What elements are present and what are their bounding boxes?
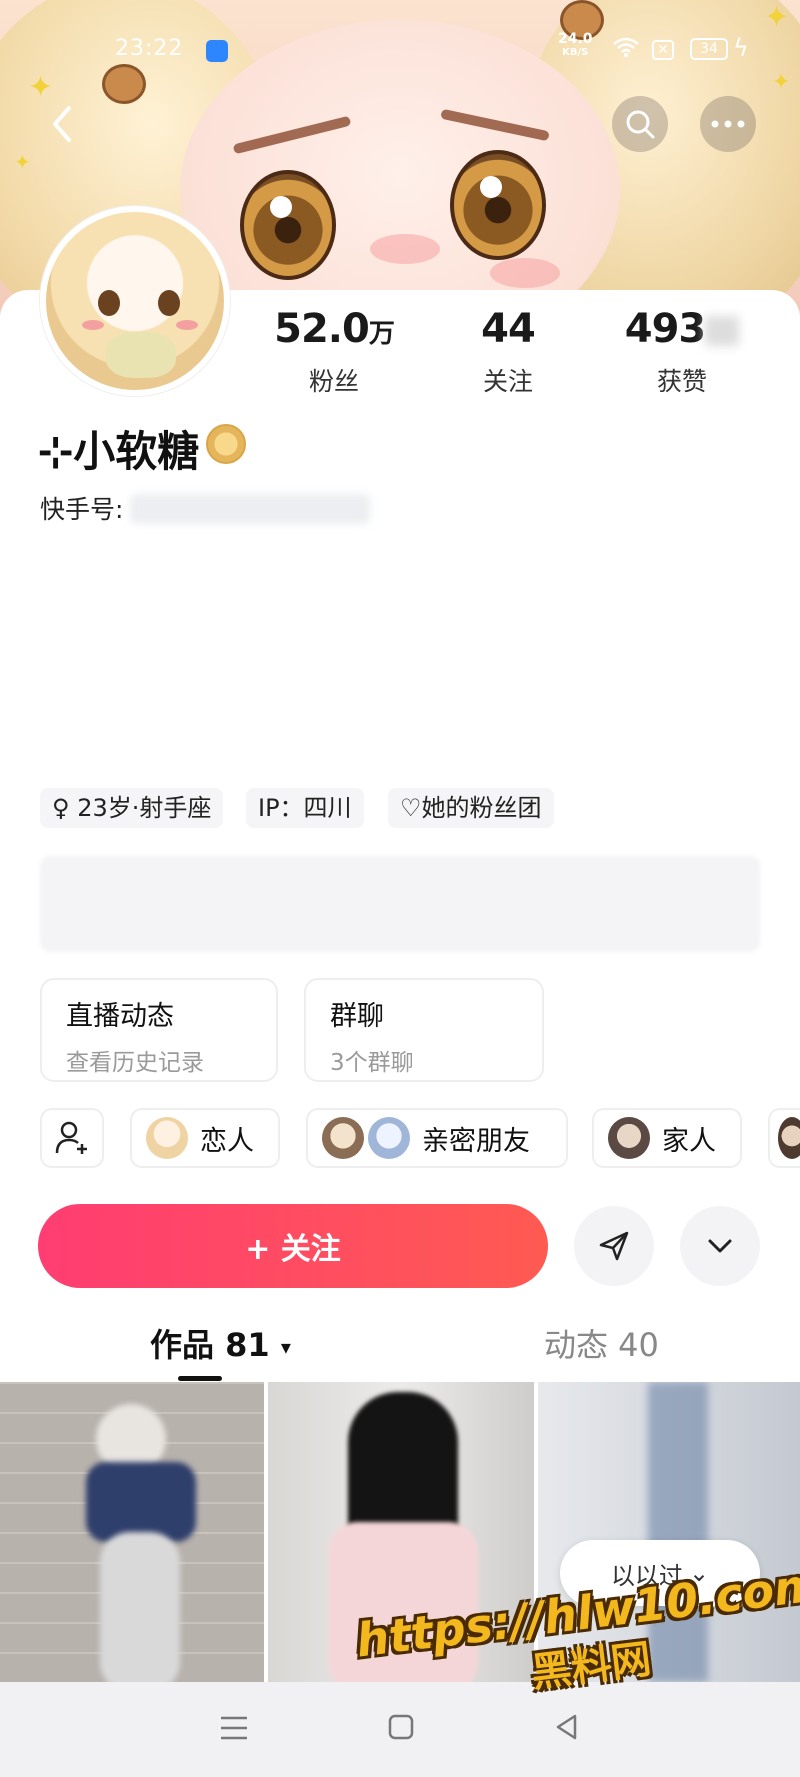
relation-avatar — [778, 1117, 800, 1159]
network-speed: 24.0 KB/S — [558, 32, 593, 60]
stat-followers[interactable]: 52.0万 粉丝 — [254, 306, 414, 398]
search-button[interactable] — [612, 96, 668, 152]
stat-label: 关注 — [482, 367, 533, 396]
avatar-blush — [176, 320, 198, 330]
app-notification-icon — [206, 40, 228, 62]
network-speed-value: 24.0 — [558, 31, 593, 47]
back-system-button[interactable] — [553, 1710, 581, 1750]
redacted-account-id — [130, 494, 370, 524]
banner-blush-right — [490, 258, 560, 288]
tag-ip-location: IP：四川 — [246, 788, 364, 828]
chevron-down-icon — [708, 1239, 732, 1253]
avatar-eye — [158, 290, 180, 316]
add-relation-button[interactable] — [40, 1108, 104, 1168]
stat-value: 44 — [481, 306, 536, 352]
sparkle-icon: ✦ — [772, 70, 791, 95]
charging-icon: ϟ — [733, 34, 749, 62]
caret-down-icon: ▾ — [280, 1335, 291, 1359]
follow-button[interactable]: + 关注 — [38, 1204, 548, 1288]
stat-value: 493 — [602, 306, 762, 352]
avatar-blush — [82, 320, 104, 330]
avatar-hands — [106, 332, 176, 378]
tab-works[interactable]: 作品 81 ▾ — [150, 1320, 291, 1366]
banner-eye-right — [450, 150, 546, 260]
status-time: 23:22 — [115, 36, 184, 61]
fan-badge-icon[interactable] — [206, 424, 246, 464]
tab-moments[interactable]: 动态 40 — [544, 1320, 659, 1366]
tag-age-zodiac: ♀ 23岁·射手座 — [40, 788, 224, 828]
group-chat-card[interactable]: 群聊 3个群聊 — [304, 978, 544, 1082]
relation-label: 亲密朋友 — [422, 1125, 530, 1157]
relation-label: 家人 — [662, 1125, 716, 1157]
recent-apps-button[interactable] — [219, 1710, 249, 1750]
avatar[interactable] — [40, 206, 230, 396]
tag-fan-club[interactable]: ♡她的粉丝团 — [388, 788, 554, 828]
stat-following[interactable]: 44 关注 — [428, 306, 588, 398]
status-bar: 23:22 24.0 KB/S ✕ 34 ϟ — [0, 28, 800, 68]
menu-icon — [221, 1716, 247, 1739]
sparkle-icon: ✦ — [14, 150, 31, 174]
bear-hairclip-icon — [102, 64, 146, 104]
figure-shirt — [86, 1462, 196, 1542]
more-dots-icon — [711, 120, 745, 128]
stat-likes[interactable]: 493 获赞 — [602, 306, 762, 398]
back-button[interactable] — [34, 96, 90, 152]
nickname: ⊹小软糖 — [38, 427, 200, 476]
battery-icon: 34 — [690, 38, 728, 60]
account-id-label: 快手号: — [40, 495, 124, 524]
live-history-card[interactable]: 直播动态 查看历史记录 — [40, 978, 278, 1082]
quick-card-title: 直播动态 — [66, 1001, 174, 1032]
redacted-digits — [705, 316, 740, 346]
banner-eye-left — [240, 170, 336, 280]
relation-close-friend[interactable]: 亲密朋友 — [306, 1108, 568, 1168]
quick-card-subtitle: 查看历史记录 — [66, 1050, 204, 1076]
stat-value: 52.0万 — [274, 306, 395, 352]
home-square-icon — [388, 1714, 414, 1739]
relation-family[interactable]: 家人 — [592, 1108, 742, 1168]
relation-avatar — [608, 1117, 650, 1159]
send-icon — [599, 1231, 629, 1261]
chevron-left-icon — [53, 106, 71, 142]
sim-disabled-icon: ✕ — [652, 40, 674, 60]
relation-avatar — [146, 1117, 188, 1159]
stat-label: 粉丝 — [308, 367, 359, 396]
stat-label: 获赞 — [656, 367, 707, 396]
relation-more[interactable] — [768, 1108, 800, 1168]
banner-blush-left — [370, 234, 440, 264]
redacted-bio — [40, 856, 760, 952]
back-triangle-icon — [556, 1714, 577, 1739]
send-message-button[interactable] — [574, 1206, 654, 1286]
search-icon — [626, 110, 655, 139]
more-button[interactable] — [700, 96, 756, 152]
quick-card-title: 群聊 — [330, 1001, 384, 1032]
relation-lover[interactable]: 恋人 — [130, 1108, 280, 1168]
relation-label: 恋人 — [200, 1125, 254, 1157]
expand-recommend-button[interactable] — [680, 1206, 760, 1286]
work-thumbnail[interactable] — [0, 1382, 264, 1682]
tab-label: 作品 81 — [150, 1326, 270, 1364]
add-person-icon — [55, 1121, 87, 1154]
relation-avatar — [368, 1117, 410, 1159]
figure-legs — [100, 1532, 180, 1682]
network-speed-unit: KB/S — [562, 47, 589, 58]
wifi-icon — [612, 36, 640, 64]
tab-active-indicator — [178, 1376, 222, 1381]
profile-screen: ✦ ✦ ✦ ✦ 23:22 24.0 KB/S ✕ 34 ϟ 52.0万 粉丝 … — [0, 0, 800, 1777]
relation-avatar — [322, 1117, 364, 1159]
quick-card-subtitle: 3个群聊 — [330, 1050, 414, 1076]
avatar-eye — [98, 290, 120, 316]
